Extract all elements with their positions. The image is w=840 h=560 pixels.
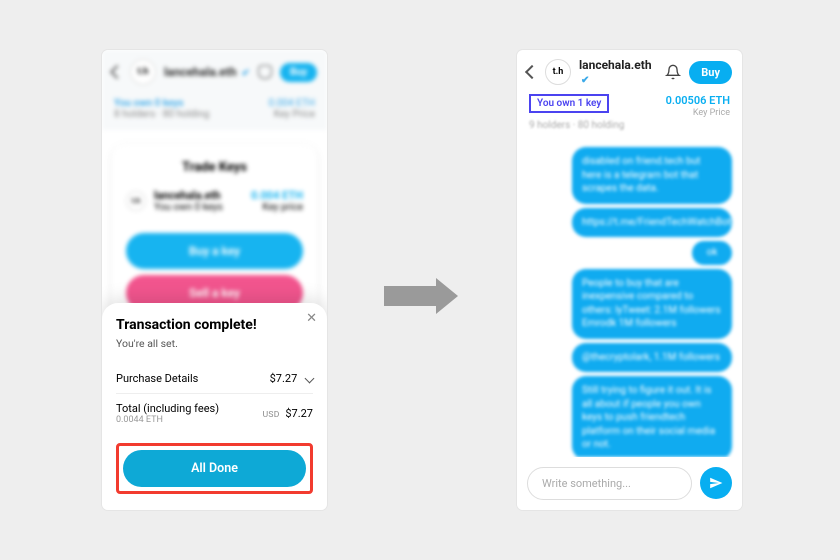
profile-name-text: lancehala.eth [579,58,652,72]
chat-bubble: Still trying to figure it out. It is all… [572,376,732,457]
total-label: Total (including fees) [116,402,219,415]
close-icon[interactable]: ✕ [306,311,317,326]
profile-name-text: lancehala.eth [164,65,237,79]
verified-icon: ✔ [581,75,589,86]
total-amount: $7.27 [285,407,313,420]
purchase-details-row[interactable]: Purchase Details $7.27 [116,364,313,393]
bell-icon[interactable] [258,65,272,79]
profile-avatar[interactable]: t.h [130,59,156,85]
holders-text: 8 holders · 80 holding [114,109,209,120]
left-phone: t.h lancehala.eth ✔ Buy You own 0 keys 0… [102,50,327,510]
header-buy-button[interactable]: Buy [280,63,317,82]
key-price-value: 0.00506 ETH [666,94,730,107]
purchase-details-amount: $7.27 [270,372,298,385]
trade-keys-row: t.h lancehala.eth You own 0 keys 0.004 E… [126,189,303,213]
back-icon[interactable] [525,65,539,79]
key-price-label: Key Price [274,109,315,120]
purchase-details-label: Purchase Details [116,372,198,385]
total-currency: USD [263,410,280,420]
buy-key-button[interactable]: Buy a key [126,233,303,269]
profile-name[interactable]: lancehala.eth ✔ [164,65,250,79]
composer-input[interactable]: Write something... [527,467,692,500]
profile-avatar[interactable]: t.h [545,59,571,85]
header-buy-button[interactable]: Buy [689,61,732,84]
total-row: Total (including fees) 0.0044 ETH USD $7… [116,393,313,433]
trade-keys-card: Trade Keys t.h lancehala.eth You own 0 k… [112,144,317,329]
bell-icon[interactable] [665,64,681,80]
left-subheader: You own 0 keys 0.004 ETH 8 holders · 80 … [102,94,327,130]
chat-bubble: @thecryptolark, 1.1M followers [572,343,732,373]
row-info: lancehala.eth You own 0 keys [154,189,243,213]
right-phone: t.h lancehala.eth ✔ Buy You own 1 key 0.… [517,50,742,510]
you-own-text: You own 0 keys [114,98,183,109]
transaction-sheet: ✕ Transaction complete! You're all set. … [102,303,327,510]
send-icon [709,476,723,490]
left-header: t.h lancehala.eth ✔ Buy [102,50,327,94]
chat-bubble: https://t.me/FriendTechWatchBotNewUsers [572,208,732,238]
row-price-value: 0.004 ETH [251,189,303,202]
chat-bubble: ok [692,241,732,265]
row-price: 0.004 ETH Key price [251,189,303,213]
all-done-button[interactable]: All Done [123,450,306,487]
sheet-subtitle: You're all set. [116,337,313,350]
sheet-title: Transaction complete! [116,317,313,333]
row-name: lancehala.eth [154,189,243,202]
arrow-right-icon [384,278,458,314]
profile-name[interactable]: lancehala.eth ✔ [579,58,657,86]
trade-keys-title: Trade Keys [126,160,303,175]
verified-icon: ✔ [242,68,250,79]
back-icon[interactable] [110,65,124,79]
row-price-label: Key price [262,202,303,213]
key-price-value: 0.004 ETH [269,98,315,109]
right-subheader: You own 1 key 0.00506 ETH Key Price 9 ho… [517,94,742,139]
you-own-highlight: You own 1 key [529,94,609,113]
chat-area[interactable]: disabled on friend.tech but here is a te… [517,139,742,457]
chat-bubble: disabled on friend.tech but here is a te… [572,147,732,204]
row-avatar: t.h [126,191,146,211]
chat-bubble: People to buy that are inexpensive compa… [572,269,732,339]
send-button[interactable] [700,467,732,499]
right-header: t.h lancehala.eth ✔ Buy [517,50,742,94]
all-done-highlight: All Done [116,443,313,494]
left-phone-background: t.h lancehala.eth ✔ Buy You own 0 keys 0… [102,50,327,329]
holders-text: 9 holders · 80 holding [529,120,624,131]
total-eth: 0.0044 ETH [116,415,219,425]
key-price-label: Key Price [693,108,730,118]
composer: Write something... [517,457,742,510]
row-you-own: You own 0 keys [154,202,223,213]
chevron-down-icon [305,374,315,384]
